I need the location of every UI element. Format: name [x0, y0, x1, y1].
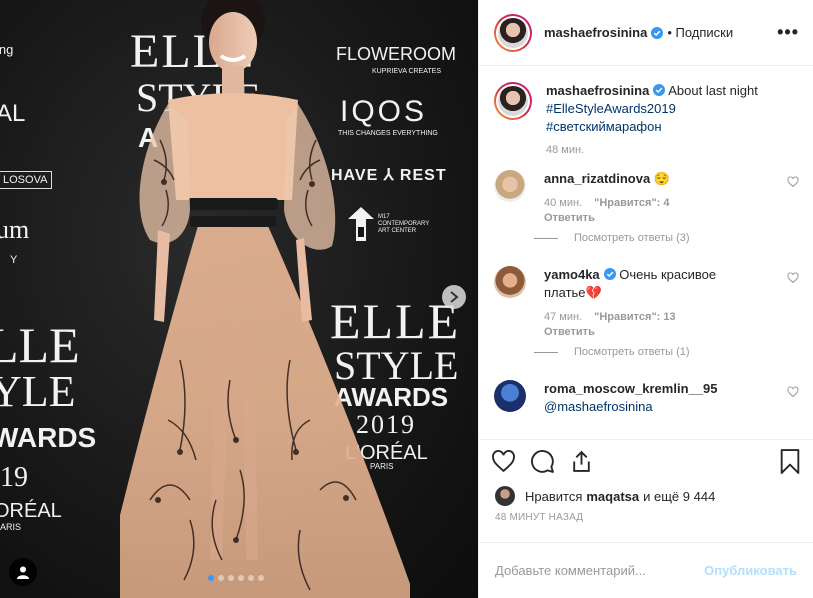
comment-mention[interactable]: @mashaefrosinina	[544, 398, 754, 416]
comment-likes[interactable]: "Нравится": 4	[594, 197, 669, 209]
commenter-avatar[interactable]	[494, 266, 526, 298]
caption-text: About last night	[668, 83, 758, 98]
carousel-dot	[238, 575, 244, 581]
commenter-avatar[interactable]	[494, 170, 526, 202]
wall-logo-left-losova: LOSOVA	[0, 171, 53, 189]
chevron-right-icon	[450, 291, 459, 303]
wall-logo-left-al: AL	[0, 100, 26, 127]
author-avatar[interactable]	[494, 13, 532, 52]
wall-logo-left-elle: LLE	[0, 317, 80, 373]
carousel-dot	[208, 575, 214, 581]
caption-time: 48 мин.	[546, 144, 585, 156]
commenter-username[interactable]: yamo4ka	[544, 267, 600, 282]
post-side-panel: mashaefrosinina • Подписки ••• mashaefro…	[478, 0, 813, 598]
liker-username[interactable]: maqatsa	[586, 489, 639, 504]
more-options-icon[interactable]: •••	[777, 22, 799, 43]
post-timestamp: 48 МИНУТ НАЗАД	[495, 512, 584, 523]
user-icon	[17, 566, 29, 579]
commenter-avatar[interactable]	[494, 380, 526, 412]
view-replies-button[interactable]: Посмотреть ответы (1)	[534, 346, 799, 358]
comments-list[interactable]: mashaefrosinina About last night #ElleSt…	[479, 66, 813, 439]
wall-logo-left-paris: ARIS	[0, 522, 22, 532]
post-caption: mashaefrosinina About last night #ElleSt…	[494, 82, 799, 136]
add-comment-bar: Опубликовать	[479, 542, 813, 598]
hashtag-link[interactable]: #ElleStyleAwards2019	[546, 100, 771, 118]
wall-logo-left-year: 19	[0, 462, 28, 493]
wall-logo-left-awards: WARDS	[0, 422, 97, 453]
reply-button[interactable]: Ответить	[544, 211, 754, 226]
commenter-username[interactable]: anna_rizatdinova	[544, 171, 650, 186]
comment-likes[interactable]: "Нравится": 13	[594, 311, 675, 323]
wall-logo-left-loreal: ORÉAL	[0, 500, 62, 522]
post-actions-bar	[479, 439, 813, 483]
caption-author-avatar-image	[498, 86, 528, 116]
like-heart-icon[interactable]	[491, 449, 516, 474]
verified-badge-icon	[651, 26, 664, 39]
carousel-dot	[218, 575, 224, 581]
following-button[interactable]: • Подписки	[667, 25, 733, 40]
verified-badge-icon	[603, 268, 616, 280]
post-header: mashaefrosinina • Подписки •••	[479, 0, 813, 66]
comment-input[interactable]	[495, 563, 705, 578]
carousel-dot	[258, 575, 264, 581]
wall-logo-left-y: Y	[10, 254, 18, 266]
view-replies-button[interactable]: Посмотреть ответы (3)	[534, 232, 799, 244]
carousel-dot	[228, 575, 234, 581]
likes-count[interactable]: и ещё 9 444	[643, 489, 715, 504]
woman-in-gown-figure	[120, 0, 410, 598]
wall-logo-left-um: um	[0, 215, 30, 244]
post-photo[interactable]: ing AL LOSOVA um Y LLE YLE WARDS 19 ORÉA…	[0, 0, 478, 598]
comment-body: roma_moscow_kremlin__95 @mashaefrosinina	[544, 380, 754, 416]
comment-meta: 40 мин. "Нравится": 4 Ответить	[544, 196, 754, 226]
like-comment-heart-icon[interactable]	[787, 272, 799, 284]
next-photo-button[interactable]	[442, 285, 466, 309]
reply-button[interactable]: Ответить	[544, 325, 754, 340]
caption-text-block: mashaefrosinina About last night #ElleSt…	[546, 82, 771, 136]
caption-author-avatar[interactable]	[494, 82, 532, 120]
comment-time: 40 мин.	[544, 197, 583, 209]
wall-logo-left-ring: ing	[0, 42, 14, 57]
wall-logo-left-style: YLE	[0, 367, 76, 416]
author-avatar-image	[498, 17, 528, 48]
tagged-users-button[interactable]	[9, 558, 37, 586]
comment-item: anna_rizatdinova 😌 40 мин. "Нравится": 4 …	[494, 170, 799, 226]
save-bookmark-icon[interactable]	[779, 449, 801, 474]
comment-bubble-icon[interactable]	[530, 449, 555, 474]
comment-text: 😌	[653, 171, 671, 186]
likes-summary[interactable]: Нравится maqatsa и ещё 9 444	[479, 483, 813, 509]
comment-body: yamo4ka Очень красивое платье💔 47 мин. "Н…	[544, 266, 754, 340]
comment-meta: 47 мин. "Нравится": 13 Ответить	[544, 310, 754, 340]
caption-username[interactable]: mashaefrosinina	[546, 83, 649, 98]
instagram-post: ing AL LOSOVA um Y LLE YLE WARDS 19 ORÉA…	[0, 0, 813, 598]
carousel-dot	[248, 575, 254, 581]
hashtag-link[interactable]: #светскиймарафон	[546, 118, 771, 136]
comment-time: 47 мин.	[544, 311, 583, 323]
verified-badge-icon	[653, 84, 666, 96]
author-username[interactable]: mashaefrosinina	[544, 25, 647, 40]
carousel-dots	[208, 575, 264, 581]
publish-comment-button[interactable]: Опубликовать	[704, 563, 797, 578]
comment-item: roma_moscow_kremlin__95 @mashaefrosinina	[494, 380, 799, 416]
comment-body: anna_rizatdinova 😌 40 мин. "Нравится": 4 …	[544, 170, 754, 226]
like-comment-heart-icon[interactable]	[787, 176, 799, 188]
liker-avatar	[495, 486, 515, 506]
commenter-username[interactable]: roma_moscow_kremlin__95	[544, 381, 717, 396]
share-icon[interactable]	[569, 449, 594, 474]
like-comment-heart-icon[interactable]	[787, 386, 799, 398]
comment-item: yamo4ka Очень красивое платье💔 47 мин. "Н…	[494, 266, 799, 340]
likes-prefix: Нравится	[525, 488, 583, 504]
